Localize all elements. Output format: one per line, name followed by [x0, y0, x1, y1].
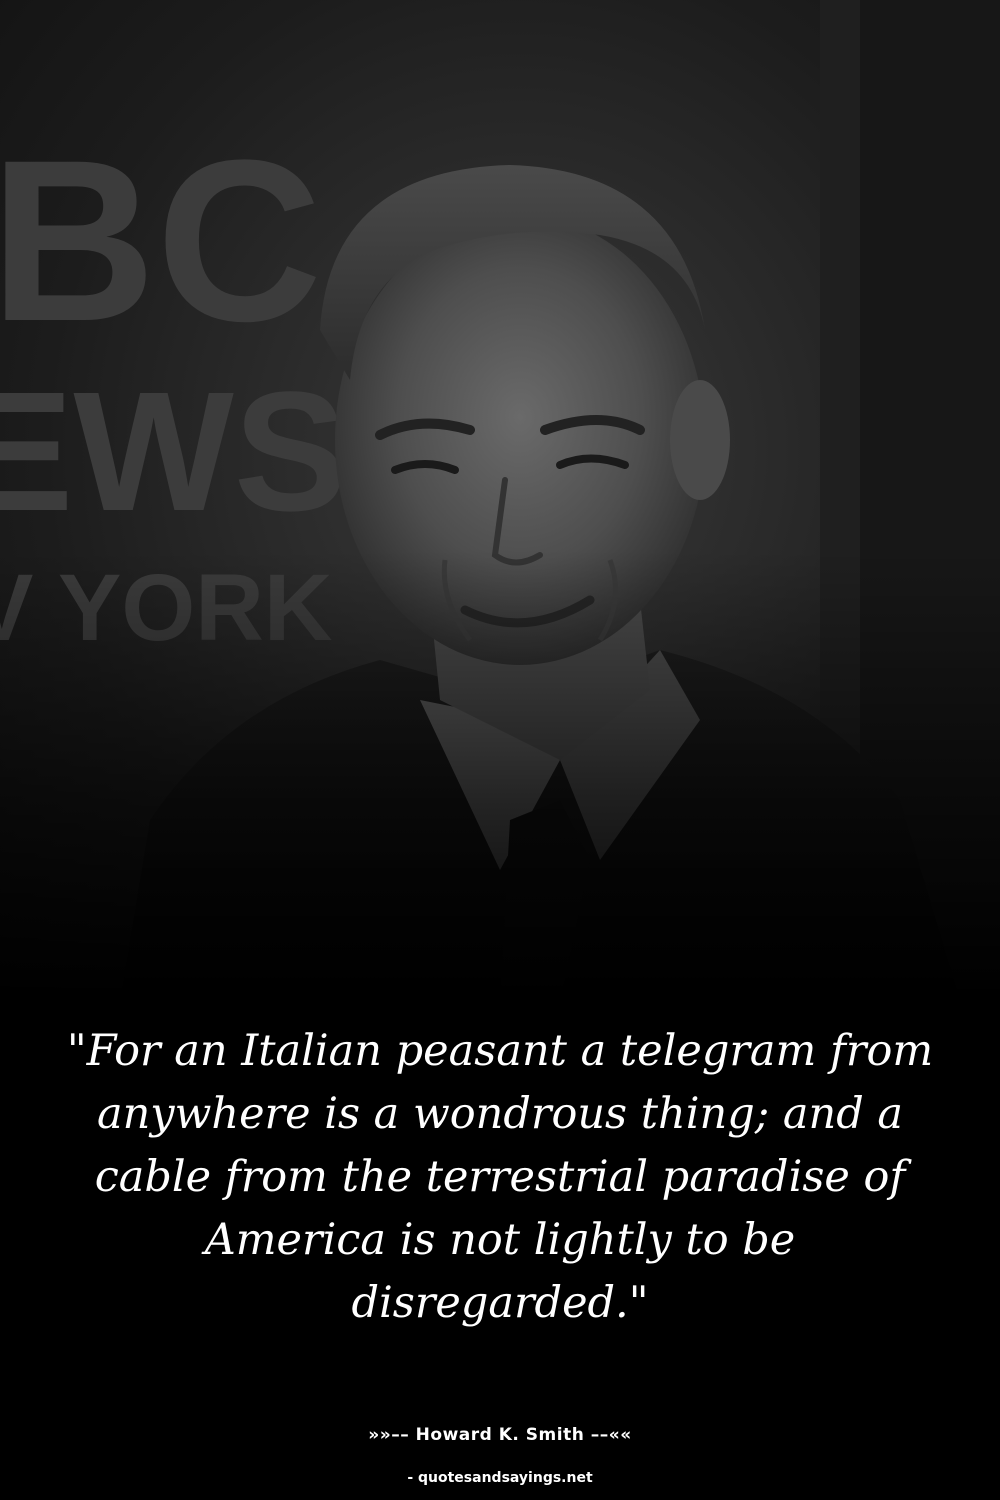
quote-poster: BC EWS V YORK "For an Italian peasant a …: [0, 0, 1000, 1500]
news-sign: BC EWS V YORK: [0, 112, 347, 661]
sign-line-1: BC: [0, 112, 322, 369]
portrait-photo: BC EWS V YORK: [0, 0, 1000, 1000]
author-attribution: »»–– Howard K. Smith ––««: [368, 1425, 632, 1445]
source-link[interactable]: - quotesandsayings.net: [0, 1470, 1000, 1486]
sign-line-3: V YORK: [0, 555, 333, 661]
sign-line-2: EWS: [0, 357, 347, 547]
portrait-illustration: BC EWS V YORK: [0, 0, 1000, 1000]
quote-text: "For an Italian peasant a telegram from …: [66, 1026, 934, 1328]
